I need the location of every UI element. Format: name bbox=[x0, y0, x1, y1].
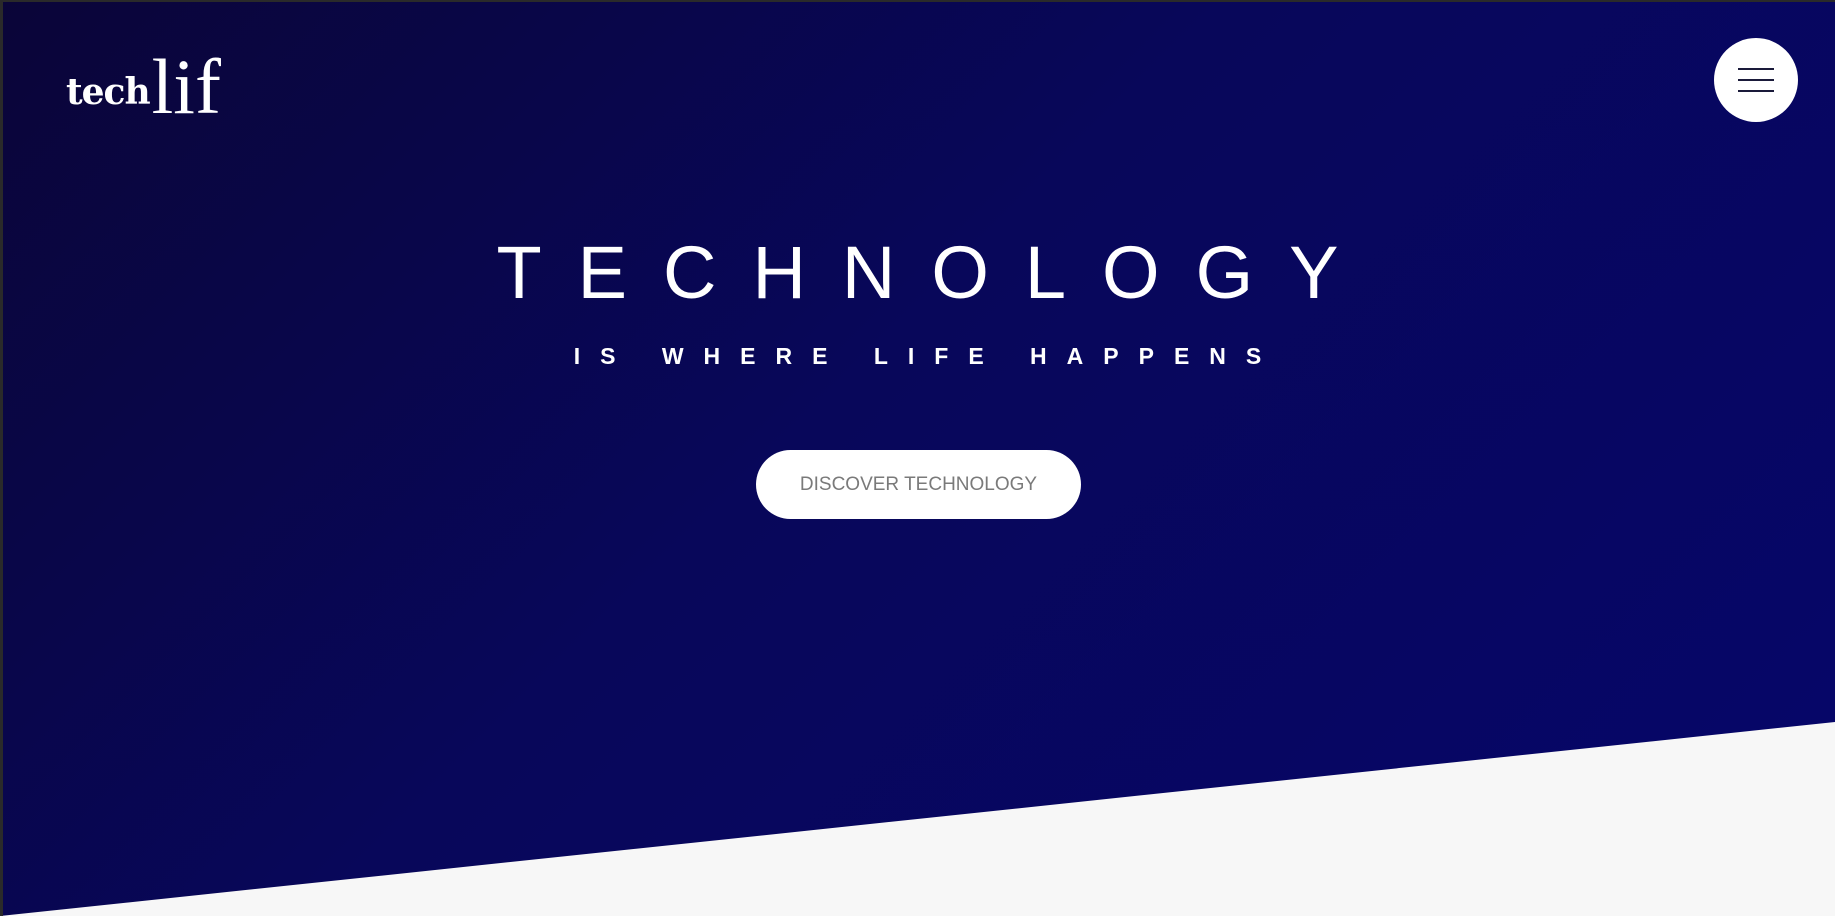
logo-text-tech: tech bbox=[66, 71, 151, 113]
hero-headline: TECHNOLOGY bbox=[496, 231, 1375, 314]
hero-subheadline: IS WHERE LIFE HAPPENS bbox=[573, 343, 1282, 369]
hamburger-menu-button[interactable] bbox=[1714, 38, 1798, 122]
page: tech lif TECHNOLOGY IS WHERE LIFE HAPPEN… bbox=[0, 0, 1835, 916]
discover-technology-button[interactable]: DISCOVER TECHNOLOGY bbox=[756, 450, 1081, 519]
hamburger-menu-icon bbox=[1738, 68, 1774, 70]
hamburger-menu-icon-line bbox=[1738, 79, 1774, 81]
hamburger-menu-icon-line bbox=[1738, 90, 1774, 92]
logo-text-lif: lif bbox=[151, 43, 221, 130]
hero-section: tech lif TECHNOLOGY IS WHERE LIFE HAPPEN… bbox=[0, 0, 1835, 916]
brand-logo[interactable]: tech lif bbox=[66, 48, 221, 126]
